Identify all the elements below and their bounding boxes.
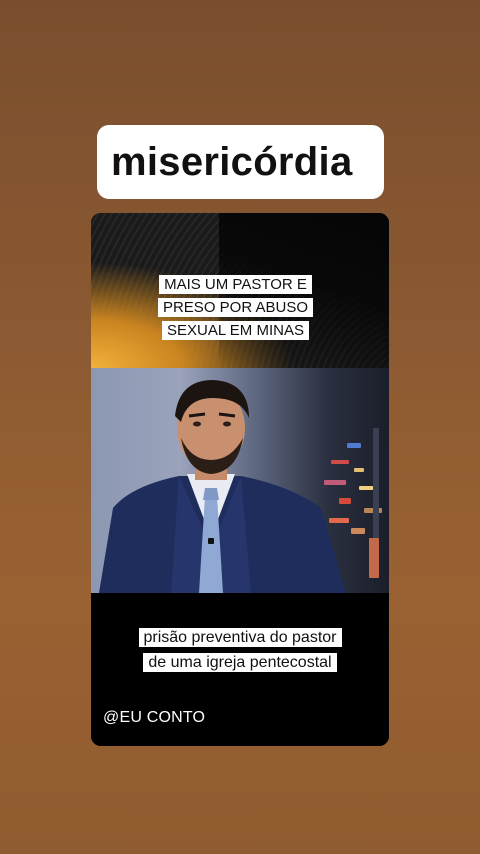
caption-text: prisão preventiva do pastor de uma igrej… xyxy=(138,628,342,672)
news-video-frame[interactable] xyxy=(91,368,389,593)
news-anchor-image xyxy=(99,380,346,593)
title-chip: misericórdia xyxy=(97,125,384,199)
story-card[interactable]: MAIS UM PASTOR E PRESO POR ABUSO SEXUAL … xyxy=(91,213,389,746)
account-handle[interactable]: @EU CONTO xyxy=(103,709,205,727)
caption-box: prisão preventiva do pastor de uma igrej… xyxy=(131,625,349,675)
story-title: misericórdia xyxy=(111,139,353,184)
headline-box: MAIS UM PASTOR E PRESO POR ABUSO SEXUAL … xyxy=(148,273,323,342)
headline-text: MAIS UM PASTOR E PRESO POR ABUSO SEXUAL … xyxy=(157,275,314,340)
